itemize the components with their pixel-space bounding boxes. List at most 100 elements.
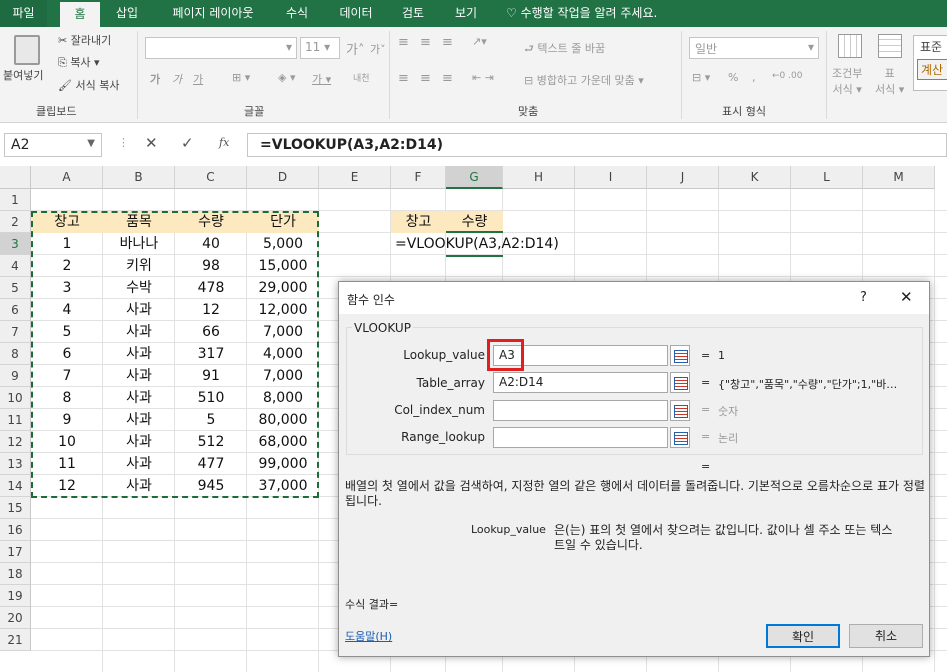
phonetic-button[interactable]: 내천 <box>353 71 370 84</box>
editing-cell-formula[interactable]: =VLOOKUP(A3,A2:D14) <box>395 233 595 255</box>
tab-formulas[interactable]: 수식 <box>276 0 318 27</box>
tab-home[interactable]: 홈 <box>60 2 100 27</box>
conditional-format-icon[interactable] <box>838 34 862 58</box>
row-header[interactable]: 10 <box>0 387 31 409</box>
row-header[interactable]: 18 <box>0 563 31 585</box>
tab-review[interactable]: 검토 <box>392 0 434 27</box>
cancel-button[interactable]: 취소 <box>849 624 923 648</box>
fill-color-button[interactable]: ◈ ▾ <box>278 71 296 84</box>
row-header[interactable]: 6 <box>0 299 31 321</box>
font-family-select[interactable]: ▾ <box>145 37 297 59</box>
row-header[interactable]: 11 <box>0 409 31 431</box>
decimal-buttons[interactable]: ←0 .00 <box>772 71 802 81</box>
row-header[interactable]: 1 <box>0 189 31 211</box>
format-painter-button[interactable]: 🖌 서식 복사 <box>58 77 119 93</box>
range-picker-icon[interactable] <box>670 345 690 366</box>
conditional-format-button[interactable]: 조건부 서식 ▾ <box>832 65 862 97</box>
column-header[interactable]: C <box>175 166 247 189</box>
align-right-icon[interactable]: ≡ <box>442 71 453 86</box>
column-header[interactable]: I <box>575 166 647 189</box>
row-header[interactable]: 14 <box>0 475 31 497</box>
cut-button[interactable]: ✂ 잘라내기 <box>58 32 111 48</box>
border-button[interactable]: ⊞ ▾ <box>232 71 250 84</box>
paste-button[interactable]: 붙여넣기 <box>3 67 43 83</box>
comma-button[interactable]: , <box>752 71 756 84</box>
align-center-icon[interactable]: ≡ <box>420 71 431 86</box>
indent-icon[interactable]: ⇤ ⇥ <box>472 71 494 84</box>
column-header[interactable]: L <box>791 166 863 189</box>
copy-button[interactable]: ⎘ 복사 ▾ <box>58 54 100 70</box>
row-header[interactable]: 16 <box>0 519 31 541</box>
tab-data[interactable]: 데이터 <box>328 0 384 27</box>
cancel-icon[interactable]: ✕ <box>145 134 158 152</box>
confirm-check-icon[interactable]: ✓ <box>181 134 194 152</box>
tab-file[interactable]: 파일 <box>0 0 47 27</box>
range-lookup-input[interactable] <box>493 427 668 448</box>
format-as-table-button[interactable]: 표 서식 ▾ <box>875 65 904 97</box>
style-normal[interactable]: 표준 <box>914 36 947 57</box>
align-top-icon[interactable]: ≡ <box>398 35 409 50</box>
ok-button[interactable]: 확인 <box>766 624 840 648</box>
paste-icon[interactable] <box>14 35 40 65</box>
column-header[interactable]: B <box>103 166 175 189</box>
number-format-select[interactable]: 일반 ▾ <box>689 37 819 59</box>
table-array-input[interactable]: A2:D14 <box>493 372 668 393</box>
italic-button[interactable]: 가 <box>172 71 182 87</box>
underline-button[interactable]: 가 <box>193 71 203 87</box>
tell-me-search[interactable]: ♡ 수행할 작업을 알려 주세요. <box>506 0 686 27</box>
column-header[interactable]: D <box>247 166 319 189</box>
column-header[interactable]: A <box>31 166 103 189</box>
column-header[interactable]: J <box>647 166 719 189</box>
insert-function-button[interactable]: fx <box>219 136 229 149</box>
tab-insert[interactable]: 삽입 <box>104 0 150 27</box>
column-header[interactable]: G <box>446 166 503 189</box>
percent-button[interactable]: % <box>728 71 738 84</box>
col-index-input[interactable] <box>493 400 668 421</box>
row-header[interactable]: 15 <box>0 497 31 519</box>
row-header[interactable]: 17 <box>0 541 31 563</box>
font-color-button[interactable]: 가 ▾ <box>312 71 331 87</box>
align-left-icon[interactable]: ≡ <box>398 71 409 86</box>
row-header[interactable]: 3 <box>0 233 31 255</box>
orientation-icon[interactable]: ↗▾ <box>472 35 487 48</box>
lookup-header-quantity[interactable]: 수량 <box>446 211 503 233</box>
merge-center-button[interactable]: ⊟ 병합하고 가운데 맞춤 ▾ <box>524 72 644 88</box>
help-question-icon[interactable]: ? <box>860 290 867 305</box>
row-header[interactable]: 9 <box>0 365 31 387</box>
formula-input[interactable]: =VLOOKUP(A3,A2:D14) <box>247 133 947 157</box>
help-link[interactable]: 도움말(H) <box>345 628 392 644</box>
column-header[interactable]: M <box>863 166 935 189</box>
grow-font-button[interactable]: 가˄ <box>346 39 364 58</box>
row-header[interactable]: 7 <box>0 321 31 343</box>
column-header[interactable]: F <box>391 166 446 189</box>
row-header[interactable]: 19 <box>0 585 31 607</box>
row-header[interactable]: 21 <box>0 629 31 651</box>
column-header[interactable]: H <box>503 166 575 189</box>
row-header[interactable]: 8 <box>0 343 31 365</box>
align-middle-icon[interactable]: ≡ <box>420 35 431 50</box>
table-format-icon[interactable] <box>878 34 902 58</box>
font-size-select[interactable]: 11 ▾ <box>300 37 340 59</box>
cell-styles-gallery[interactable]: 표준 계산 <box>913 35 947 91</box>
row-header[interactable]: 4 <box>0 255 31 277</box>
column-header[interactable]: E <box>319 166 391 189</box>
align-bottom-icon[interactable]: ≡ <box>442 35 453 50</box>
tab-view[interactable]: 보기 <box>444 0 488 27</box>
range-picker-icon[interactable] <box>670 427 690 448</box>
range-picker-icon[interactable] <box>670 372 690 393</box>
select-all-corner[interactable] <box>0 166 31 189</box>
currency-icon[interactable]: ⊟ ▾ <box>692 71 710 84</box>
name-box[interactable]: A2 ▼ <box>4 133 102 157</box>
column-header[interactable]: K <box>719 166 791 189</box>
row-header[interactable]: 12 <box>0 431 31 453</box>
row-header[interactable]: 20 <box>0 607 31 629</box>
row-header[interactable]: 5 <box>0 277 31 299</box>
tab-page-layout[interactable]: 페이지 레이아웃 <box>160 0 266 27</box>
wrap-text-button[interactable]: ⮐ 텍스트 줄 바꿈 <box>524 40 605 59</box>
range-picker-icon[interactable] <box>670 400 690 421</box>
shrink-font-button[interactable]: 가˅ <box>370 41 386 57</box>
bold-button[interactable]: 가 <box>150 71 160 87</box>
style-calculation[interactable]: 계산 <box>917 59 947 80</box>
row-header[interactable]: 2 <box>0 211 31 233</box>
row-header[interactable]: 13 <box>0 453 31 475</box>
